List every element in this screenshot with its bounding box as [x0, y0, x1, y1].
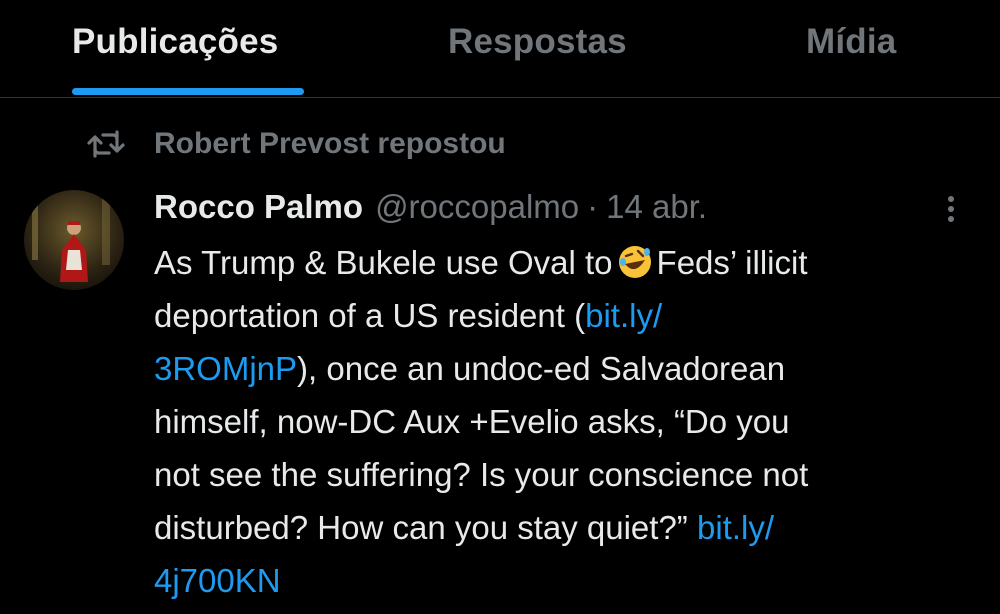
tab-publicacoes[interactable]: Publicações	[72, 22, 304, 98]
tweet-text-segment: Feds’ illicit	[656, 244, 808, 281]
tweet-line-2: deportation of a US resident (bit.ly/	[154, 289, 974, 342]
tab-respostas-label: Respostas	[448, 22, 627, 61]
tweet-link-1-cont[interactable]: 3ROMjnP	[154, 350, 297, 387]
repost-context[interactable]: Robert Prevost repostou	[86, 126, 506, 162]
tweet-line-7: 4j700KN	[154, 554, 974, 607]
more-options-button[interactable]	[936, 192, 966, 226]
tweet-link-1[interactable]: bit.ly/	[585, 297, 662, 334]
rolling-on-floor-laughing-emoji-icon	[617, 242, 653, 278]
profile-tabs: Publicações Respostas Mídia	[0, 0, 1000, 98]
repost-label: Robert Prevost repostou	[154, 127, 506, 160]
avatar[interactable]	[24, 190, 124, 290]
tweet-link-2[interactable]: bit.ly/	[697, 509, 774, 546]
separator-dot: ·	[587, 188, 599, 225]
tweet-header: Rocco Palmo @roccopalmo · 14 abr.	[154, 188, 707, 230]
tweet-text-segment: deportation of a US resident (	[154, 297, 586, 334]
tweet-text: As Trump & Bukele use Oval to Feds’ illic…	[154, 236, 974, 607]
repost-icon	[86, 129, 126, 159]
tab-midia[interactable]: Mídia	[806, 22, 896, 98]
more-dot-icon	[948, 206, 954, 212]
tab-respostas[interactable]: Respostas	[448, 22, 627, 98]
tweet-line-5: not see the suffering? Is your conscienc…	[154, 456, 809, 493]
tab-midia-label: Mídia	[806, 22, 897, 61]
author-handle[interactable]: @roccopalmo	[375, 188, 579, 226]
tab-publicacoes-label: Publicações	[72, 22, 279, 61]
tweet-line-6: disturbed? How can you stay quiet?” bit.…	[154, 501, 974, 554]
active-tab-indicator	[72, 88, 304, 95]
tweet-text-segment: ), once an undoc-ed Salvadorean	[297, 350, 786, 387]
author-name[interactable]: Rocco Palmo	[154, 188, 363, 226]
tweet-line-4: himself, now-DC Aux +Evelio asks, “Do yo…	[154, 403, 790, 440]
tweet-date[interactable]: 14 abr.	[606, 188, 707, 226]
more-dot-icon	[948, 196, 954, 202]
tweet-text-segment: disturbed? How can you stay quiet?”	[154, 509, 697, 546]
tweet-link-2-cont[interactable]: 4j700KN	[154, 562, 281, 599]
tweet-line-3: 3ROMjnP), once an undoc-ed Salvadorean	[154, 342, 974, 395]
more-dot-icon	[948, 216, 954, 222]
tweet-text-segment: As Trump & Bukele use Oval to	[154, 244, 613, 281]
tweet-line-1: As Trump & Bukele use Oval to Feds’ illic…	[154, 236, 974, 289]
